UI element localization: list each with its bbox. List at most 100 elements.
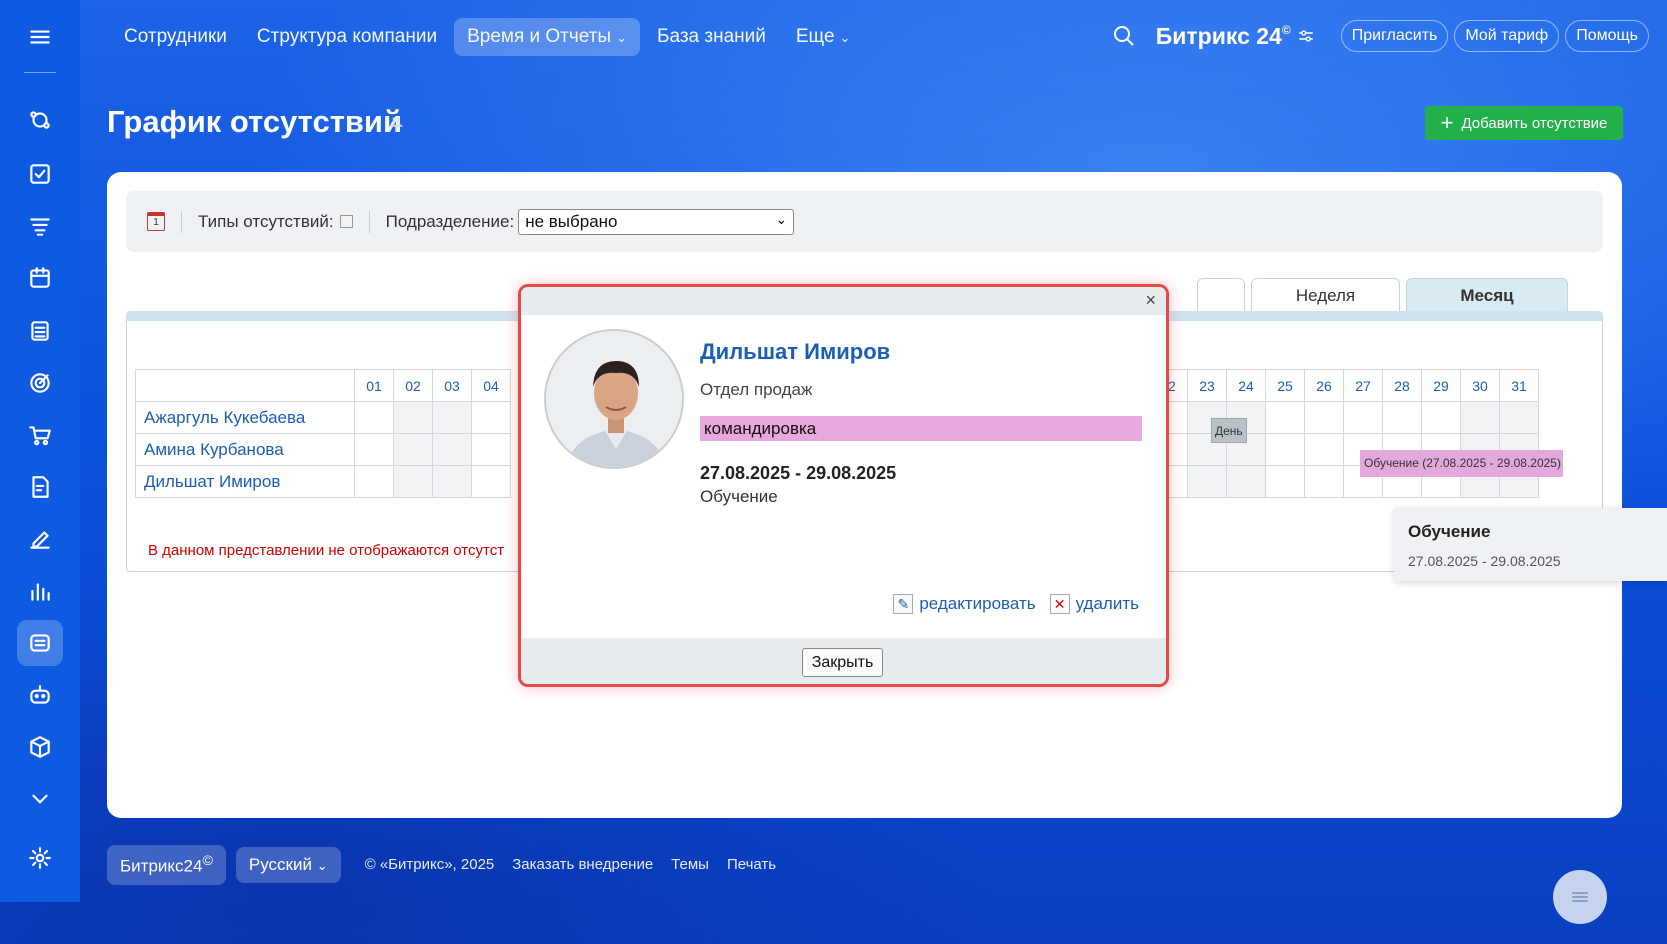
nav-item-employees[interactable]: Сотрудники (111, 18, 240, 56)
chat-widget-button[interactable] (1553, 870, 1607, 924)
print-link[interactable]: Печать (727, 856, 776, 873)
absence-event-training[interactable]: Обучение (27.08.2025 - 29.08.2025) (1360, 450, 1563, 477)
day-cell (432, 401, 472, 434)
view-note: В данном представлении не отображаются о… (148, 542, 505, 559)
tab-month[interactable]: Месяц (1406, 278, 1568, 312)
event-tooltip: Обучение 27.08.2025 - 29.08.2025 (1394, 508, 1667, 581)
page-title: График отсутствий (107, 104, 403, 139)
day-header: 25 (1265, 369, 1305, 402)
footer-brand-text: Битрикс24 (120, 856, 203, 876)
chevron-down-icon: ⌄ (775, 210, 788, 227)
time-reports-icon[interactable] (17, 620, 63, 666)
day-header: 26 (1304, 369, 1344, 402)
day-header: 04 (471, 369, 511, 402)
employee-link[interactable]: Ажаргуль Кукебаева (135, 401, 355, 434)
avatar (544, 329, 684, 469)
close-icon[interactable]: × (1145, 290, 1156, 311)
add-absence-button[interactable]: + Добавить отсутствие (1425, 106, 1623, 140)
more-icon[interactable] (17, 776, 63, 822)
settings-icon[interactable] (17, 835, 63, 881)
chevron-down-icon: ⌄ (616, 30, 627, 45)
sign-icon[interactable] (17, 516, 63, 562)
day-cell (1382, 401, 1422, 434)
day-cell (1304, 465, 1344, 498)
absence-type-badge: командировка (700, 416, 1142, 441)
close-dialog-button[interactable]: Закрыть (802, 648, 883, 677)
target-icon[interactable] (17, 360, 63, 406)
language-select[interactable]: Русский ⌄ (235, 846, 341, 883)
day-cell (1265, 433, 1305, 466)
documents-icon[interactable] (17, 464, 63, 510)
tab-week[interactable]: Неделя (1251, 278, 1400, 312)
day-header: 27 (1343, 369, 1383, 402)
crm-funnel-icon[interactable] (17, 203, 63, 249)
pin-icon[interactable] (386, 115, 406, 135)
analytics-icon[interactable] (17, 568, 63, 614)
day-cell (1265, 465, 1305, 498)
nav-item-more[interactable]: Еще ⌄ (783, 18, 864, 56)
chevron-down-icon: ⌄ (839, 30, 851, 45)
brand-text: Битрикс 24 (1155, 22, 1282, 49)
delete-button[interactable]: ✕ удалить (1049, 594, 1139, 614)
day-cell (1343, 401, 1383, 434)
day-cell (1304, 401, 1344, 434)
add-absence-label: Добавить отсутствие (1461, 114, 1608, 132)
view-tabs: Неделя Месяц (1197, 278, 1574, 312)
left-sidebar (0, 0, 80, 902)
calendar-day: 1 (153, 217, 159, 228)
sidebar-divider (24, 72, 56, 73)
employee-link[interactable]: Амина Курбанова (135, 433, 355, 466)
help-button[interactable]: Помощь (1565, 20, 1649, 52)
day-cell (1460, 401, 1500, 434)
edit-label: редактировать (919, 594, 1036, 613)
drive-icon[interactable] (17, 308, 63, 354)
day-cell (393, 465, 433, 498)
department-value: не выбрано (525, 211, 618, 231)
grid-corner (135, 369, 355, 402)
invite-button[interactable]: Пригласить (1340, 20, 1449, 52)
order-implementation-link[interactable]: Заказать внедрение (512, 856, 653, 873)
plus-icon: + (1440, 110, 1454, 135)
day-cell (471, 433, 511, 466)
calendar-icon[interactable] (17, 255, 63, 301)
brand-mark: © (1281, 22, 1291, 37)
nav-label: Сотрудники (124, 26, 227, 47)
edit-button[interactable]: ✎ редактировать (893, 594, 1036, 614)
market-icon[interactable] (17, 724, 63, 770)
menu-icon[interactable] (17, 14, 63, 60)
absence-event-day[interactable]: День (1211, 418, 1247, 443)
day-header: 23 (1187, 369, 1227, 402)
top-right-actions: Битрикс 24© Пригласить Мой тариф Помощь (1112, 20, 1649, 52)
nav-item-knowledge-base[interactable]: База знаний (644, 18, 779, 56)
copyright-text: © «Битрикс», 2025 (364, 856, 495, 874)
brand-logo[interactable]: Битрикс 24© (1156, 23, 1291, 50)
department-select[interactable]: не выбрано ⌄ (518, 208, 795, 235)
day-cell (354, 465, 394, 498)
search-icon[interactable] (1112, 24, 1136, 48)
day-cell (1421, 401, 1461, 434)
delete-x-icon: ✕ (1049, 594, 1070, 614)
footer-brand-button[interactable]: Битрикс24© (107, 845, 226, 885)
absence-types-checkbox[interactable] (339, 215, 353, 228)
day-header: 28 (1382, 369, 1422, 402)
employee-name-link[interactable]: Дильшат Имиров (700, 339, 890, 365)
themes-link[interactable]: Темы (671, 856, 709, 873)
shop-icon[interactable] (17, 412, 63, 458)
calendar-icon[interactable]: 1 (147, 212, 165, 231)
day-header: 03 (432, 369, 472, 402)
tariff-button[interactable]: Мой тариф (1454, 20, 1560, 52)
page-footer: Битрикс24© Русский ⌄ © «Битрикс», 2025 З… (107, 845, 776, 885)
nav-item-time-reports[interactable]: Время и Отчеты ⌄ (454, 18, 640, 56)
sliders-icon[interactable] (1297, 27, 1315, 45)
absence-dates: 27.08.2025 - 29.08.2025 (700, 463, 897, 483)
list-icon (1572, 892, 1588, 902)
employee-department: Отдел продаж (700, 380, 813, 399)
day-cell (1226, 465, 1266, 498)
tab-day[interactable] (1197, 278, 1245, 312)
tasks-icon[interactable] (17, 151, 63, 197)
person-photo-icon (546, 331, 682, 467)
nav-item-structure[interactable]: Структура компании (244, 18, 450, 56)
copilot-icon[interactable] (17, 672, 63, 718)
employee-link[interactable]: Дильшат Имиров (135, 465, 355, 498)
chat-icon[interactable] (17, 97, 63, 143)
